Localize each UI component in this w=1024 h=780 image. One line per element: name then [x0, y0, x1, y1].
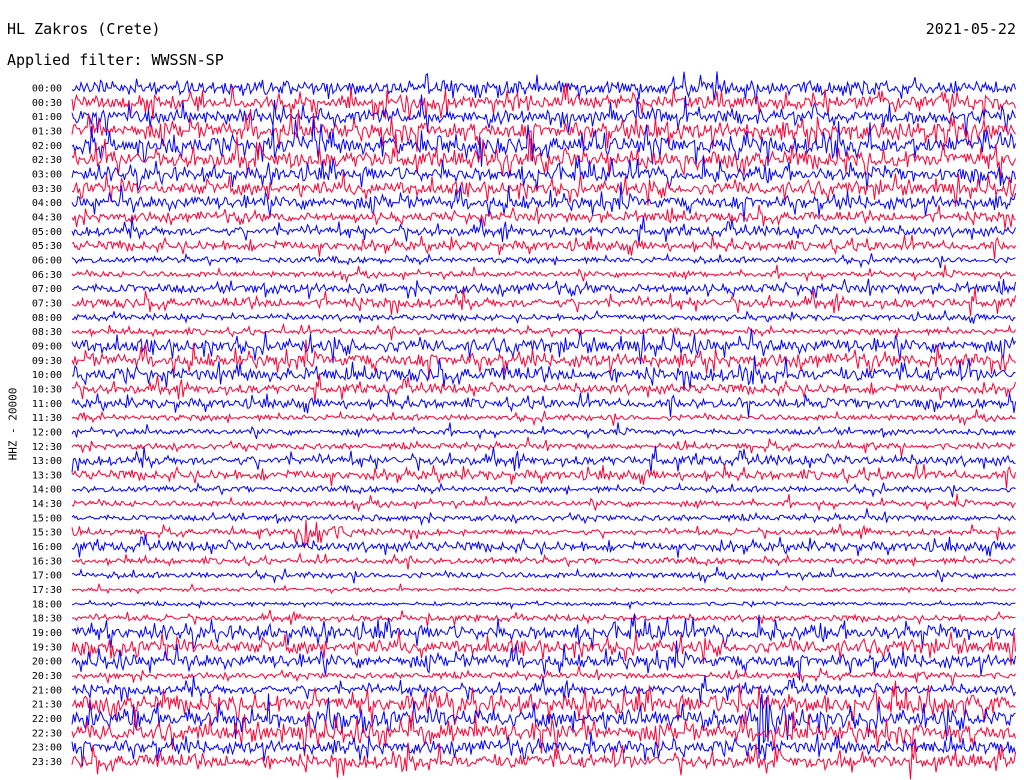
- trace-line: [71, 216, 1016, 245]
- time-tick-label: 07:30: [32, 298, 62, 309]
- time-tick-label: 09:30: [32, 356, 62, 367]
- trace-line: [71, 119, 1016, 167]
- trace-line: [71, 322, 1016, 341]
- trace-line: [71, 309, 1016, 325]
- time-tick-label: 04:00: [32, 198, 62, 209]
- time-tick-label: 15:30: [32, 528, 62, 539]
- time-tick-label: 20:00: [32, 657, 62, 668]
- time-tick-label: 18:00: [32, 599, 62, 610]
- time-tick-label: 03:30: [32, 184, 62, 195]
- time-tick-label: 04:30: [32, 212, 62, 223]
- trace-line: [71, 566, 1016, 585]
- time-tick-label: 14:30: [32, 499, 62, 510]
- trace-line: [71, 508, 1016, 527]
- time-tick-label: 06:30: [32, 270, 62, 281]
- time-tick-label: 01:00: [32, 112, 62, 123]
- time-tick-label: 11:30: [32, 413, 62, 424]
- trace-line: [71, 409, 1016, 427]
- time-tick-label: 15:00: [32, 513, 62, 524]
- trace-line: [71, 463, 1016, 489]
- trace-line: [71, 252, 1016, 269]
- time-tick-label: 00:30: [32, 98, 62, 109]
- time-tick-label: 17:00: [32, 571, 62, 582]
- trace-line: [71, 551, 1016, 570]
- trace-line: [71, 264, 1016, 284]
- time-tick-label: 01:30: [32, 126, 62, 137]
- time-tick-label: 02:30: [32, 155, 62, 166]
- time-tick-label: 11:00: [32, 399, 62, 410]
- time-tick-label: 19:00: [32, 628, 62, 639]
- time-tick-label: 22:00: [32, 714, 62, 725]
- trace-line: [71, 204, 1016, 229]
- trace-line: [71, 355, 1016, 391]
- time-tick-label: 00:00: [32, 84, 62, 95]
- time-tick-label: 06:00: [32, 255, 62, 266]
- time-tick-label: 13:30: [32, 470, 62, 481]
- time-tick-label: 21:00: [32, 685, 62, 696]
- time-tick-label: 16:00: [32, 542, 62, 553]
- time-tick-label: 05:30: [32, 241, 62, 252]
- time-tick-label: 09:00: [32, 341, 62, 352]
- time-tick-label: 23:00: [32, 743, 62, 754]
- time-tick-label: 10:00: [32, 370, 62, 381]
- trace-line: [72, 609, 1016, 627]
- time-tick-label: 17:30: [32, 585, 62, 596]
- time-tick-label: 19:30: [32, 642, 62, 653]
- time-tick-label: 20:30: [32, 671, 62, 682]
- time-tick-label: 14:00: [32, 485, 62, 496]
- trace-line: [71, 534, 1016, 558]
- time-tick-label: 10:30: [32, 384, 62, 395]
- time-axis-labels: 00:00 00:30 01:00 01:30 02:00 02:30 03:00 03:30…: [32, 84, 62, 769]
- time-tick-label: 18:30: [32, 614, 62, 625]
- trace-line: [71, 674, 1016, 703]
- time-tick-label: 13:00: [32, 456, 62, 467]
- time-tick-label: 07:00: [32, 284, 62, 295]
- time-tick-label: 23:30: [32, 757, 62, 768]
- time-tick-label: 02:00: [32, 141, 62, 152]
- trace-line: [71, 278, 1016, 299]
- helicorder-plot: 00:00 00:30 01:00 01:30 02:00 02:30 03:00 03:30…: [32, 71, 1016, 780]
- trace-group: [71, 71, 1016, 780]
- time-tick-label: 12:00: [32, 427, 62, 438]
- time-tick-label: 08:30: [32, 327, 62, 338]
- trace-line: [71, 481, 1016, 498]
- trace-line: [71, 583, 1016, 595]
- time-tick-label: 22:30: [32, 728, 62, 739]
- trace-line: [71, 234, 1016, 260]
- trace-line: [71, 422, 1016, 441]
- time-tick-label: 05:00: [32, 227, 62, 238]
- trace-line: [71, 493, 1016, 513]
- trace-line: [71, 287, 1016, 317]
- trace-line: [71, 171, 1016, 207]
- time-tick-label: 12:30: [32, 442, 62, 453]
- trace-line: [71, 445, 1016, 474]
- time-tick-label: 16:30: [32, 556, 62, 567]
- trace-line: [71, 599, 1016, 611]
- trace-line: [71, 133, 1016, 179]
- time-tick-label: 03:00: [32, 169, 62, 180]
- time-tick-label: 08:00: [32, 313, 62, 324]
- trace-line: [71, 436, 1016, 457]
- time-tick-label: 21:30: [32, 700, 62, 711]
